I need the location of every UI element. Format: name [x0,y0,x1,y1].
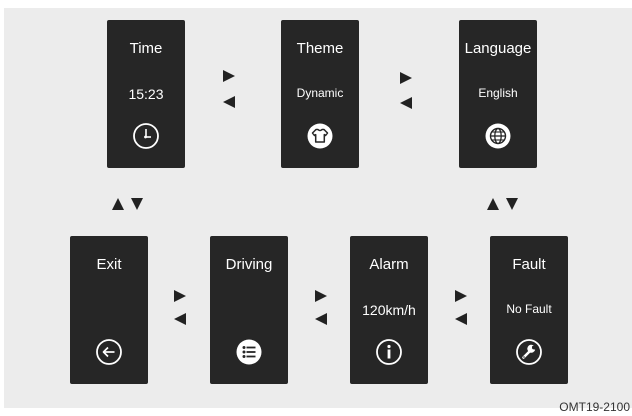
arrow-down-icon [131,198,143,210]
arrow-right-icon [223,70,235,82]
card-title: Language [464,40,532,57]
card-fault[interactable]: Fault No Fault [490,236,568,384]
clock-icon [132,122,160,150]
arrow-left-icon [400,97,412,109]
card-theme[interactable]: Theme Dynamic [281,20,359,168]
arrow-up-icon [487,198,499,210]
arrow-down-icon [506,198,518,210]
arrow-left-icon [174,313,186,325]
card-alarm[interactable]: Alarm 120km/h [350,236,428,384]
card-exit[interactable]: Exit [70,236,148,384]
arrow-right-icon [400,72,412,84]
card-title: Fault [512,256,546,273]
card-title: Alarm [369,256,409,273]
card-value: 120km/h [362,302,416,318]
card-value: English [478,86,518,100]
card-title: Time [129,40,163,57]
card-value: Dynamic [296,86,344,100]
card-title: Driving [225,256,273,273]
tshirt-icon [306,122,334,150]
diagram-panel: Time 15:23 Theme Dynamic Language Englis… [4,8,632,414]
globe-icon [484,122,512,150]
card-value: 15:23 [128,86,164,102]
figure-code: OMT19-2100 [559,400,630,414]
info-icon [375,338,403,366]
arrow-left-icon [455,313,467,325]
arrow-right-icon [315,290,327,302]
arrow-left-icon [315,313,327,325]
card-time[interactable]: Time 15:23 [107,20,185,168]
card-title: Theme [296,40,344,57]
list-icon [235,338,263,366]
card-value: No Fault [506,302,552,316]
arrow-right-icon [174,290,186,302]
card-title: Exit [96,256,122,273]
card-driving[interactable]: Driving [210,236,288,384]
wrench-icon [515,338,543,366]
arrow-up-icon [112,198,124,210]
arrow-right-icon [455,290,467,302]
arrow-left-icon [223,96,235,108]
back-arrow-icon [95,338,123,366]
card-language[interactable]: Language English [459,20,537,168]
